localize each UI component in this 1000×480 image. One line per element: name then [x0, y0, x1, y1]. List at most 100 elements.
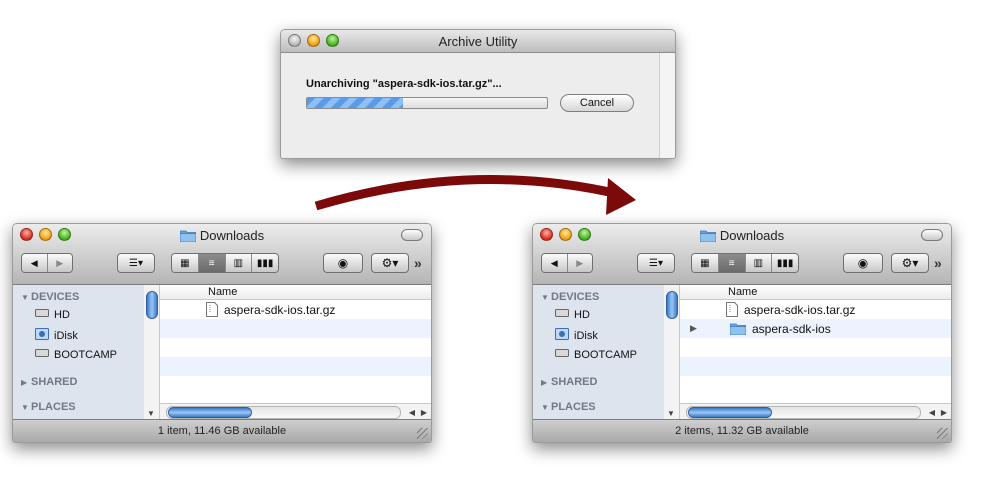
back-arrow-icon: ◀ [550, 257, 558, 268]
empty-row [680, 357, 951, 376]
horizontal-scroll-thumb[interactable] [168, 407, 252, 418]
cancel-button[interactable]: Cancel [560, 94, 634, 112]
progress-fill [307, 98, 403, 108]
list-item[interactable]: ▶ aspera-sdk-ios [680, 319, 951, 338]
column-view-button[interactable]: ▥ [225, 254, 253, 272]
forward-button[interactable]: ▶ [567, 254, 592, 272]
toolbar-toggle-button[interactable] [401, 229, 423, 241]
horizontal-scroll-thumb[interactable] [688, 407, 772, 418]
file-list: Name aspera-sdk-ios.tar.gz ▶ aspera-sdk-… [680, 285, 951, 404]
sidebar-scrollbar[interactable]: ▼ [144, 285, 160, 420]
icon-view-button[interactable]: ▦ [172, 254, 199, 272]
sidebar-item-idisk[interactable]: iDisk [35, 328, 78, 343]
column-view-button[interactable]: ▥ [745, 254, 773, 272]
icon-view-icon: ▦ [180, 257, 190, 269]
coverflow-button[interactable]: ▮▮▮ [772, 254, 798, 272]
view-switcher: ▦ ≡ ▥ ▮▮▮ [171, 253, 279, 273]
sidebar-section-shared[interactable]: ▶ SHARED [21, 376, 77, 388]
archive-utility-titlebar: Archive Utility [281, 30, 675, 53]
icon-view-button[interactable]: ▦ [692, 254, 719, 272]
resize-grip-icon[interactable] [417, 428, 428, 439]
list-view-button[interactable]: ≡ [198, 254, 226, 272]
back-arrow-icon: ◀ [30, 257, 38, 268]
window-title: Downloads [199, 228, 265, 243]
gear-icon: ⚙▾ [901, 256, 919, 270]
vertical-scrollbar[interactable] [659, 53, 675, 158]
forward-arrow-icon: ▶ [576, 257, 584, 268]
sidebar-item-bootcamp[interactable]: BOOTCAMP [35, 348, 117, 361]
list-view-icon: ≡ [728, 257, 735, 269]
arrange-icon: ☰▾ [129, 257, 143, 269]
idisk-icon [35, 328, 49, 343]
finder-window-before: Downloads ◀ ▶ ☰▾ ▦ ≡ ▥ ▮▮▮ ◉ ⚙▾ » ▼ DEVIC… [12, 223, 432, 443]
scroll-down-arrow-icon[interactable]: ▼ [147, 409, 155, 418]
list-view-icon: ≡ [208, 257, 215, 269]
disclosure-right-icon: ▶ [21, 378, 28, 387]
column-header-name[interactable]: Name [680, 285, 951, 300]
toolbar-toggle-button[interactable] [921, 229, 943, 241]
sidebar: ▼ DEVICES HD iDisk BOOTCAMP ▶ SHARED ▼ PLAC… [533, 285, 665, 420]
archive-file-icon [726, 302, 738, 317]
arrange-icon: ☰▾ [649, 257, 663, 269]
unarchive-message: Unarchiving "aspera-sdk-ios.tar.gz"... [306, 78, 502, 90]
horizontal-scrollbar[interactable]: ◀ ▶ [160, 403, 431, 420]
disclosure-down-icon: ▼ [21, 293, 29, 302]
back-button[interactable]: ◀ [542, 254, 568, 272]
sidebar: ▼ DEVICES HD iDisk BOOTCAMP ▶ SHARED ▼ PLAC… [13, 285, 145, 420]
arrange-button[interactable]: ☰▾ [117, 253, 155, 273]
coverflow-button[interactable]: ▮▮▮ [252, 254, 278, 272]
scroll-right-arrow-icon[interactable]: ▶ [421, 408, 427, 417]
disclosure-down-icon: ▼ [21, 403, 29, 412]
scroll-down-arrow-icon[interactable]: ▼ [667, 409, 675, 418]
sidebar-scroll-thumb[interactable] [146, 291, 158, 319]
progress-bar [306, 97, 548, 109]
sidebar-section-places[interactable]: ▼ PLACES [541, 401, 596, 413]
sidebar-section-devices[interactable]: ▼ DEVICES [21, 291, 79, 303]
back-button[interactable]: ◀ [22, 254, 48, 272]
forward-button[interactable]: ▶ [47, 254, 72, 272]
status-bar: 1 item, 11.46 GB available [13, 419, 431, 442]
sidebar-item-bootcamp[interactable]: BOOTCAMP [555, 348, 637, 361]
sidebar-item-hd[interactable]: HD [35, 308, 70, 321]
empty-row [680, 376, 951, 395]
sidebar-scroll-thumb[interactable] [666, 291, 678, 319]
action-button[interactable]: ⚙▾ [371, 253, 409, 273]
idisk-icon [555, 328, 569, 343]
folder-icon [179, 229, 197, 245]
arrange-button[interactable]: ☰▾ [637, 253, 675, 273]
scroll-left-arrow-icon[interactable]: ◀ [929, 408, 935, 417]
hard-drive-icon [35, 308, 49, 321]
sidebar-item-hd[interactable]: HD [555, 308, 590, 321]
scroll-left-arrow-icon[interactable]: ◀ [409, 408, 415, 417]
toolbar-overflow-icon[interactable]: » [414, 255, 422, 271]
icon-view-icon: ▦ [700, 257, 710, 269]
disclosure-right-icon: ▶ [541, 378, 548, 387]
eye-icon: ◉ [337, 256, 349, 270]
window-title: Archive Utility [438, 34, 518, 49]
quick-look-button[interactable]: ◉ [323, 253, 363, 273]
sidebar-section-devices[interactable]: ▼ DEVICES [541, 291, 599, 303]
toolbar-overflow-icon[interactable]: » [934, 255, 942, 271]
horizontal-scrollbar[interactable]: ◀ ▶ [680, 403, 951, 420]
sidebar-section-places[interactable]: ▼ PLACES [21, 401, 76, 413]
hard-drive-icon [35, 348, 49, 361]
sidebar-item-idisk[interactable]: iDisk [555, 328, 598, 343]
file-list: Name aspera-sdk-ios.tar.gz [160, 285, 431, 404]
list-item[interactable]: aspera-sdk-ios.tar.gz [160, 300, 431, 319]
action-button[interactable]: ⚙▾ [891, 253, 929, 273]
window-title: Downloads [719, 228, 785, 243]
disclosure-right-icon[interactable]: ▶ [686, 323, 730, 334]
coverflow-icon: ▮▮▮ [776, 257, 794, 269]
column-header-name[interactable]: Name [160, 285, 431, 300]
list-view-button[interactable]: ≡ [718, 254, 746, 272]
quick-look-button[interactable]: ◉ [843, 253, 883, 273]
resize-grip-icon[interactable] [937, 428, 948, 439]
back-forward-buttons: ◀ ▶ [541, 253, 593, 273]
empty-row [160, 376, 431, 395]
empty-row [160, 319, 431, 338]
sidebar-scrollbar[interactable]: ▼ [664, 285, 680, 420]
sidebar-section-shared[interactable]: ▶ SHARED [541, 376, 597, 388]
scroll-right-arrow-icon[interactable]: ▶ [941, 408, 947, 417]
list-item[interactable]: aspera-sdk-ios.tar.gz [680, 300, 951, 319]
disclosure-down-icon: ▼ [541, 293, 549, 302]
